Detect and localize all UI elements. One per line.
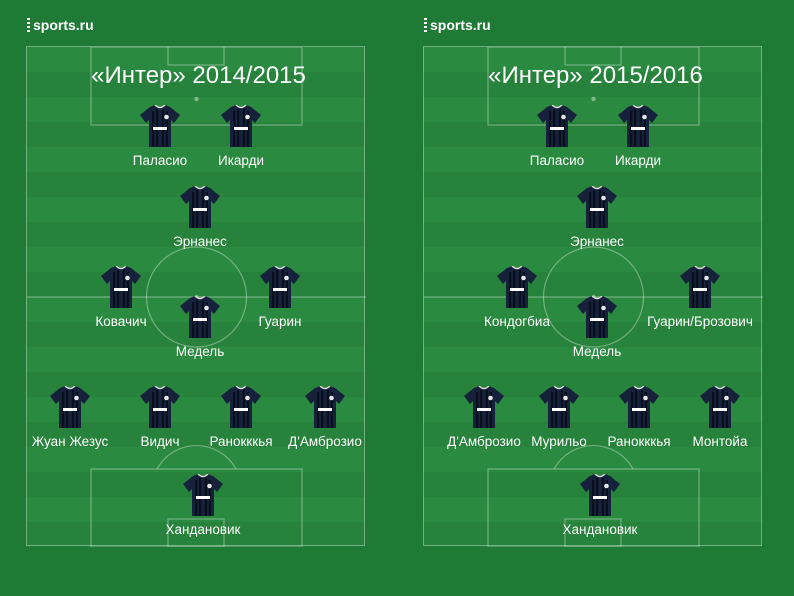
jersey-icon [619, 386, 659, 428]
jersey-icon [680, 266, 720, 308]
player-name: Гуарин [258, 314, 302, 329]
jersey-icon [140, 386, 180, 428]
jersey-icon [140, 105, 180, 147]
player-name: Монтойа [692, 434, 748, 449]
lineup-panel-2015: sports.ru «Интер» 2015/2016 Паласио Икар… [397, 0, 794, 596]
jersey-icon [260, 266, 300, 308]
brand-text: sports.ru [33, 17, 94, 33]
lineup-panel-2014: sports.ru «Интер» 2014/2015 Паласио Икар… [0, 0, 397, 596]
jersey-icon [700, 386, 740, 428]
jersey-icon [221, 386, 261, 428]
jersey-icon [183, 474, 223, 516]
jersey-icon [50, 386, 90, 428]
jersey-icon [539, 386, 579, 428]
player-name: Д'Амброзио [288, 434, 362, 449]
player-def-4: Д'Амброзио [260, 386, 390, 449]
jersey-icon [180, 296, 220, 338]
player-forward-right: Икарди [176, 105, 306, 168]
player-name: Икарди [614, 153, 662, 168]
jersey-icon [577, 296, 617, 338]
player-mid-right: Гуарин [215, 266, 345, 329]
player-attacking-mid: Эрнанес [532, 186, 662, 249]
sports-ru-logo: sports.ru [424, 17, 491, 33]
player-name: Эрнанес [570, 234, 624, 249]
jersey-icon [180, 186, 220, 228]
player-goalkeeper: Хандановик [138, 474, 268, 537]
lineup-title: «Интер» 2015/2016 [488, 62, 703, 89]
player-mid-right: Гуарин/Брозович [635, 266, 765, 329]
jersey-icon [618, 105, 658, 147]
player-name: Медель [175, 344, 225, 359]
player-attacking-mid: Эрнанес [135, 186, 265, 249]
jersey-icon [221, 105, 261, 147]
jersey-icon [577, 186, 617, 228]
player-name: Хандановик [165, 522, 241, 537]
player-forward-right: Икарди [573, 105, 703, 168]
brand-text: sports.ru [430, 17, 491, 33]
player-name: Эрнанес [173, 234, 227, 249]
player-goalkeeper: Хандановик [535, 474, 665, 537]
jersey-icon [580, 474, 620, 516]
sports-ru-logo: sports.ru [27, 17, 94, 33]
player-name: Гуарин/Брозович [647, 314, 753, 329]
jersey-icon [497, 266, 537, 308]
player-name: Икарди [217, 153, 265, 168]
player-name: Хандановик [562, 522, 638, 537]
lineup-title: «Интер» 2014/2015 [91, 62, 306, 89]
player-def-4: Монтойа [655, 386, 785, 449]
jersey-icon [305, 386, 345, 428]
player-name: Медель [572, 344, 622, 359]
jersey-icon [537, 105, 577, 147]
